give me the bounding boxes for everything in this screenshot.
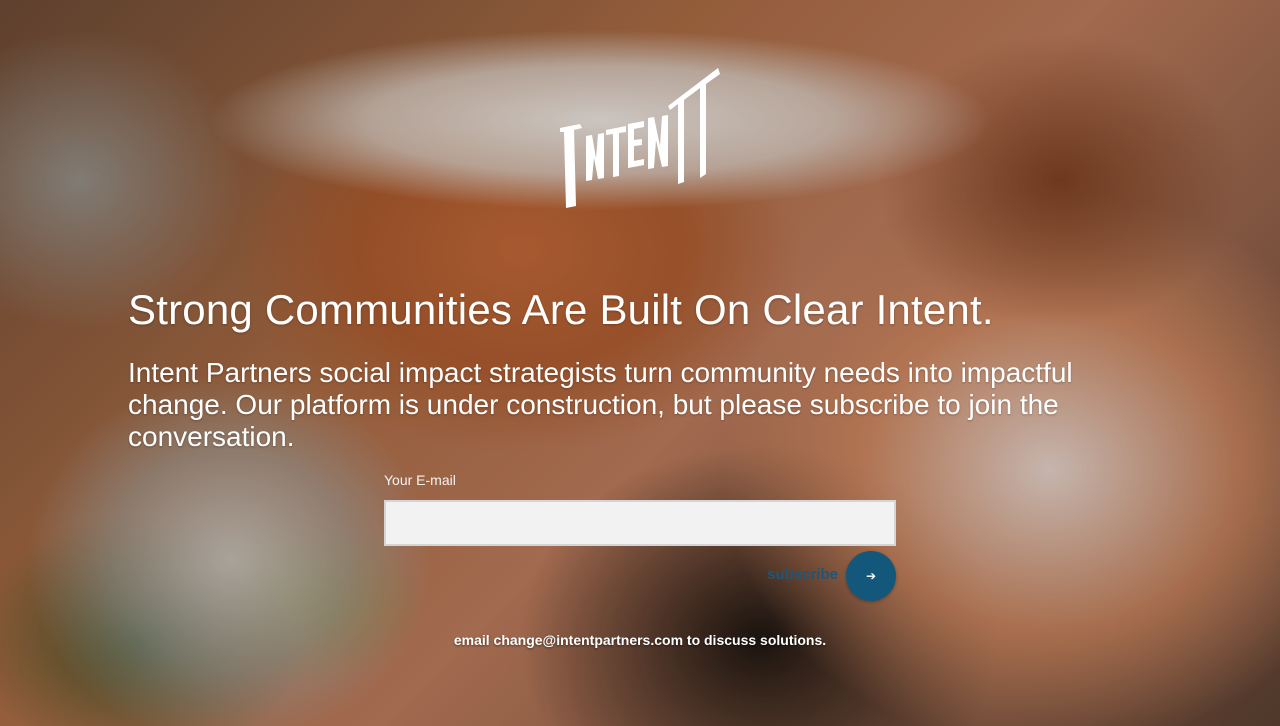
- contact-prefix: email: [453, 632, 490, 648]
- intent-logo: [560, 68, 720, 208]
- email-field[interactable]: [384, 500, 896, 546]
- landing-page: Strong Communities Are Built On Clear In…: [0, 0, 1280, 726]
- page-headline: Strong Communities Are Built On Clear In…: [128, 286, 994, 333]
- subscribe-form: Your E-mail: [384, 470, 896, 546]
- subscribe-button[interactable]: ➔: [846, 551, 896, 601]
- subscribe-row: subscribe ➔: [384, 551, 896, 601]
- email-field-label: Your E-mail: [384, 472, 456, 488]
- contact-suffix: to discuss solutions.: [686, 632, 827, 648]
- contact-email-link[interactable]: change@intentpartners.com: [494, 632, 683, 648]
- intro-paragraph: Intent Partners social impact strategist…: [128, 357, 1073, 452]
- subscribe-link[interactable]: subscribe: [767, 566, 838, 583]
- contact-line: email change@intentpartners.com to discu…: [0, 630, 1280, 650]
- arrow-right-icon: ➔: [865, 569, 877, 583]
